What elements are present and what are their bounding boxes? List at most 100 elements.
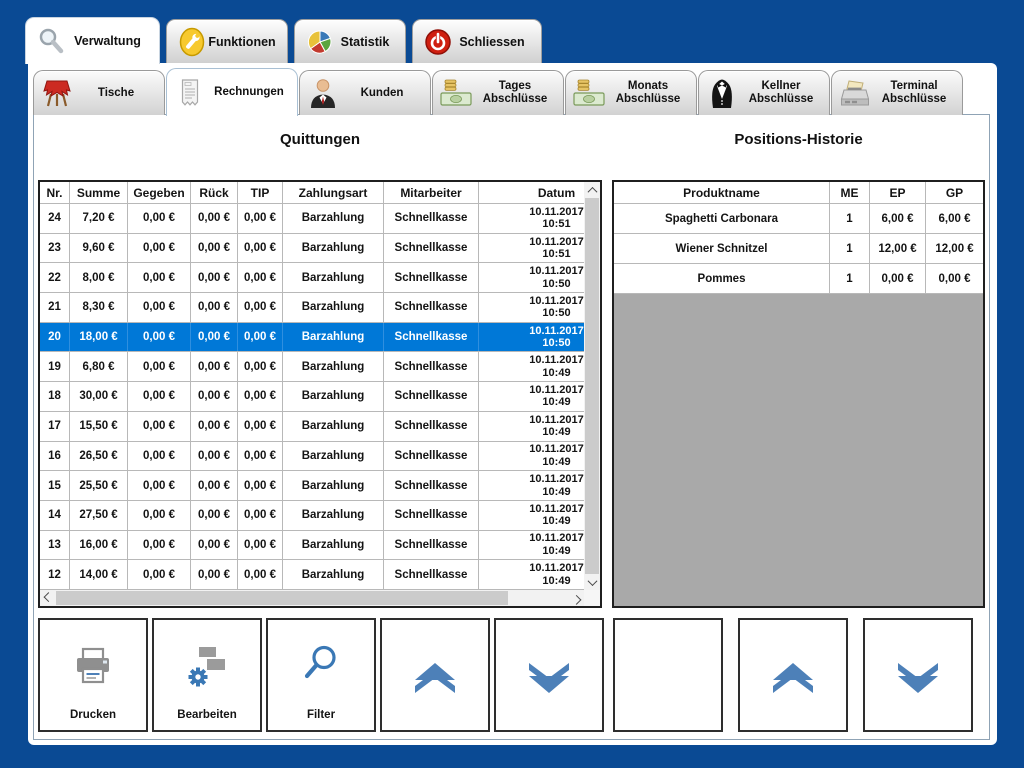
position-row[interactable]: Pommes10,00 €0,00 €	[614, 264, 983, 294]
receipt-row[interactable]: 1715,50 €0,00 €0,00 €0,00 €BarzahlungSch…	[40, 412, 584, 442]
receipt-datum-date: 10.11.2017	[529, 562, 583, 575]
filter-button[interactable]: Filter	[266, 618, 376, 732]
positions-header-row: ProduktnameMEEPGP	[614, 182, 983, 204]
receipt-cell-nr: 14	[40, 501, 70, 530]
receipt-cell-nr: 21	[40, 293, 70, 322]
receipt-cell-mitarbeiter: Schnellkasse	[384, 263, 479, 292]
receipt-row[interactable]: 1830,00 €0,00 €0,00 €0,00 €BarzahlungSch…	[40, 382, 584, 412]
vertical-scrollbar-thumb[interactable]	[585, 198, 599, 574]
receipt-datum-date: 10.11.2017	[529, 414, 583, 427]
receipt-cell-gegeben: 0,00 €	[128, 412, 191, 441]
position-row[interactable]: Spaghetti Carbonara16,00 €6,00 €	[614, 204, 983, 234]
tab-label: Tages Abschlüsse	[473, 80, 557, 106]
receipts-header-cell: Rück	[191, 182, 238, 203]
receipt-cell-datum: 10.11.201710:49	[479, 560, 584, 589]
tab-tages-abschluesse[interactable]: Tages Abschlüsse	[432, 70, 564, 115]
drucken-button[interactable]: Drucken	[38, 618, 148, 732]
tab-rechnungen[interactable]: Rechnungen	[166, 68, 298, 116]
tab-statistik[interactable]: Statistik	[294, 19, 406, 63]
receipt-cell-zahlungsart: Barzahlung	[283, 412, 384, 441]
receipt-row[interactable]: 196,80 €0,00 €0,00 €0,00 €BarzahlungSchn…	[40, 352, 584, 382]
receipt-cell-gegeben: 0,00 €	[128, 382, 191, 411]
receipt-row[interactable]: 218,30 €0,00 €0,00 €0,00 €BarzahlungSchn…	[40, 293, 584, 323]
receipt-row[interactable]: 1525,50 €0,00 €0,00 €0,00 €BarzahlungSch…	[40, 471, 584, 501]
receipt-datum-time: 10:49	[542, 575, 570, 588]
scroll-left-button[interactable]	[40, 590, 56, 606]
receipt-cell-zahlungsart: Barzahlung	[283, 204, 384, 233]
empty-button[interactable]	[613, 618, 723, 732]
tab-funktionen[interactable]: Funktionen	[166, 19, 288, 63]
chevron-up-icon	[740, 662, 846, 694]
chevron-up-button[interactable]	[738, 618, 848, 732]
receipts-header-cell: Mitarbeiter	[384, 182, 479, 203]
horizontal-scrollbar-thumb[interactable]	[56, 591, 508, 605]
receipt-datum-time: 10:49	[542, 456, 570, 469]
tab-kellner-abschluesse[interactable]: Kellner Abschlüsse	[698, 70, 830, 115]
tab-kunden[interactable]: Kunden	[299, 70, 431, 115]
tab-monats-abschluesse[interactable]: Monats Abschlüsse	[565, 70, 697, 115]
receipts-header-cell: Datum	[479, 182, 584, 203]
receipt-row[interactable]: 1214,00 €0,00 €0,00 €0,00 €BarzahlungSch…	[40, 560, 584, 590]
scroll-right-button[interactable]	[568, 590, 584, 606]
edit-icon	[154, 644, 260, 688]
tab-terminal-abschluesse[interactable]: Terminal Abschlüsse	[831, 70, 963, 115]
positions-table: ProduktnameMEEPGPSpaghetti Carbonara16,0…	[612, 180, 985, 608]
receipt-cell-gegeben: 0,00 €	[128, 560, 191, 589]
tab-tische[interactable]: Tische	[33, 70, 165, 115]
receipt-datum-date: 10.11.2017	[529, 354, 583, 367]
receipt-cell-summe: 26,50 €	[70, 442, 128, 471]
position-cell-me: 1	[830, 204, 870, 233]
chevron-down-icon	[496, 662, 602, 694]
receipt-row[interactable]: 1316,00 €0,00 €0,00 €0,00 €BarzahlungSch…	[40, 531, 584, 561]
receipts-table-viewport: Nr.SummeGegebenRückTIPZahlungsartMitarbe…	[40, 182, 584, 590]
receipt-cell-datum: 10.11.201710:49	[479, 531, 584, 560]
receipt-cell-summe: 9,60 €	[70, 234, 128, 263]
receipt-cell-datum: 10.11.201710:49	[479, 412, 584, 441]
receipt-row[interactable]: 1427,50 €0,00 €0,00 €0,00 €BarzahlungSch…	[40, 501, 584, 531]
receipt-cell-summe: 6,80 €	[70, 352, 128, 381]
bearbeiten-button[interactable]: Bearbeiten	[152, 618, 262, 732]
receipt-cell-zahlungsart: Barzahlung	[283, 263, 384, 292]
receipt-cell-nr: 19	[40, 352, 70, 381]
receipt-datum-date: 10.11.2017	[529, 265, 583, 278]
scroll-down-button[interactable]	[584, 574, 600, 590]
chevron-down-button[interactable]	[863, 618, 973, 732]
receipt-datum-date: 10.11.2017	[529, 236, 583, 249]
chevron-down-icon	[865, 662, 971, 694]
receipt-cell-rueck: 0,00 €	[191, 531, 238, 560]
receipt-cell-mitarbeiter: Schnellkasse	[384, 412, 479, 441]
receipt-cell-tip: 0,00 €	[238, 263, 283, 292]
position-cell-produktname: Pommes	[614, 264, 830, 293]
receipts-vertical-scrollbar[interactable]	[584, 182, 600, 590]
receipt-cell-rueck: 0,00 €	[191, 323, 238, 352]
receipt-row[interactable]: 1626,50 €0,00 €0,00 €0,00 €BarzahlungSch…	[40, 442, 584, 472]
receipt-row[interactable]: 247,20 €0,00 €0,00 €0,00 €BarzahlungSchn…	[40, 204, 584, 234]
receipts-header-cell: TIP	[238, 182, 283, 203]
receipts-header-cell: Gegeben	[128, 182, 191, 203]
horizontal-scrollbar-track[interactable]	[508, 590, 568, 606]
receipts-horizontal-scrollbar[interactable]	[40, 590, 584, 606]
position-row[interactable]: Wiener Schnitzel112,00 €12,00 €	[614, 234, 983, 264]
receipt-cell-nr: 20	[40, 323, 70, 352]
position-cell-me: 1	[830, 234, 870, 263]
receipt-datum-date: 10.11.2017	[529, 532, 583, 545]
receipt-cell-tip: 0,00 €	[238, 352, 283, 381]
receipt-cell-mitarbeiter: Schnellkasse	[384, 323, 479, 352]
chevron-up-button[interactable]	[380, 618, 490, 732]
tab-schliessen[interactable]: Schliessen	[412, 19, 542, 63]
action-button-label: Filter	[268, 709, 374, 721]
pie-chart-icon	[305, 29, 335, 55]
receipt-cell-zahlungsart: Barzahlung	[283, 442, 384, 471]
scroll-up-button[interactable]	[584, 182, 600, 198]
wrench-icon	[177, 27, 207, 57]
receipt-cell-datum: 10.11.201710:49	[479, 352, 584, 381]
receipt-icon	[173, 78, 207, 108]
tab-verwaltung[interactable]: Verwaltung	[25, 17, 160, 64]
position-cell-ep: 12,00 €	[870, 234, 926, 263]
receipt-row[interactable]: 2018,00 €0,00 €0,00 €0,00 €BarzahlungSch…	[40, 323, 584, 353]
receipt-cell-gegeben: 0,00 €	[128, 352, 191, 381]
receipt-cell-summe: 8,30 €	[70, 293, 128, 322]
receipt-row[interactable]: 239,60 €0,00 €0,00 €0,00 €BarzahlungSchn…	[40, 234, 584, 264]
receipt-row[interactable]: 228,00 €0,00 €0,00 €0,00 €BarzahlungSchn…	[40, 263, 584, 293]
chevron-down-button[interactable]	[494, 618, 604, 732]
